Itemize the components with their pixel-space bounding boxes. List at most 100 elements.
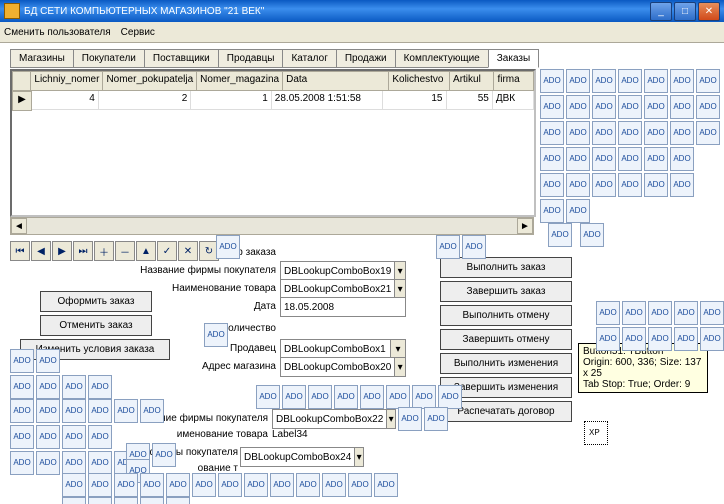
component-icon[interactable]: ADO	[618, 121, 642, 145]
component-icon[interactable]: ADO	[618, 147, 642, 171]
component-icon[interactable]: ADO	[62, 375, 86, 399]
component-icon[interactable]: ADO	[308, 385, 332, 409]
component-icon[interactable]: ADO	[216, 235, 240, 259]
component-icon[interactable]: ADO	[696, 69, 720, 93]
component-icon[interactable]: ADO	[88, 425, 112, 449]
component-icon[interactable]: ADO	[596, 301, 620, 325]
col-firma[interactable]: firma	[494, 71, 534, 91]
h-scrollbar[interactable]: ◄ ►	[10, 217, 534, 235]
component-icon[interactable]: ADO	[696, 121, 720, 145]
component-icon[interactable]: ADO	[644, 121, 668, 145]
chevron-down-icon[interactable]: ▾	[354, 448, 363, 466]
component-icon[interactable]: ADO	[670, 95, 694, 119]
scroll-left-icon[interactable]: ◄	[11, 218, 27, 234]
component-icon[interactable]: ADO	[622, 301, 646, 325]
col-Nomer_pokupatelja[interactable]: Nomer_pokupatelja	[103, 71, 197, 91]
component-icon[interactable]: ADO	[270, 473, 294, 497]
col-Data[interactable]: Data	[283, 71, 389, 91]
component-icon[interactable]: ADO	[540, 147, 564, 171]
tab-Комплектующие[interactable]: Комплектующие	[395, 49, 489, 68]
scroll-right-icon[interactable]: ►	[517, 218, 533, 234]
component-icon[interactable]: ADO	[62, 425, 86, 449]
component-icon[interactable]: ADO	[618, 69, 642, 93]
component-icon[interactable]: ADO	[152, 443, 176, 467]
combo-shop-addr[interactable]: DBLookupComboBox20▾	[280, 357, 406, 377]
finish-order-button[interactable]: Завершить заказ	[440, 281, 572, 302]
component-icon[interactable]: ADO	[618, 95, 642, 119]
component-icon[interactable]: ADO	[36, 425, 60, 449]
menu-service[interactable]: Сервис	[121, 27, 155, 38]
component-icon[interactable]: ADO	[140, 399, 164, 423]
component-icon[interactable]: ADO	[596, 327, 620, 351]
nav-btn[interactable]: ＋	[94, 241, 114, 261]
component-icon[interactable]: ADO	[412, 385, 436, 409]
component-icon[interactable]: ADO	[88, 497, 112, 504]
component-icon[interactable]: ADO	[36, 399, 60, 423]
component-icon[interactable]: ADO	[566, 173, 590, 197]
component-icon[interactable]: ADO	[140, 473, 164, 497]
component-icon[interactable]: ADO	[10, 425, 34, 449]
component-icon[interactable]: ADO	[114, 473, 138, 497]
combo-c22[interactable]: DBLookupComboBox22▾	[272, 409, 396, 429]
component-icon[interactable]: ADO	[592, 69, 616, 93]
component-icon[interactable]: ADO	[62, 451, 86, 475]
component-icon[interactable]: ADO	[36, 349, 60, 373]
col-Artikul[interactable]: Artikul	[450, 71, 494, 91]
tab-Покупатели[interactable]: Покупатели	[73, 49, 145, 68]
component-icon[interactable]: ADO	[700, 301, 724, 325]
component-icon[interactable]: ADO	[218, 473, 242, 497]
component-icon[interactable]: ADO	[644, 95, 668, 119]
component-icon[interactable]: ADO	[334, 385, 358, 409]
edit-date[interactable]: 18.05.2008	[280, 297, 406, 317]
component-icon[interactable]: ADO	[648, 301, 672, 325]
component-icon[interactable]: ADO	[566, 147, 590, 171]
component-icon[interactable]: ADO	[36, 451, 60, 475]
exec-order-button[interactable]: Выполнить заказ	[440, 257, 572, 278]
component-icon[interactable]: ADO	[670, 147, 694, 171]
component-icon[interactable]: ADO	[386, 385, 410, 409]
tab-Магазины[interactable]: Магазины	[10, 49, 74, 68]
component-icon[interactable]: ADO	[644, 173, 668, 197]
cancel-order-button[interactable]: Отменить заказ	[40, 315, 152, 336]
tab-Заказы[interactable]: Заказы	[488, 49, 539, 68]
component-icon[interactable]: ADO	[282, 385, 306, 409]
component-icon[interactable]: ADO	[424, 407, 448, 431]
combo-seller[interactable]: DBLookupComboBox1▾	[280, 339, 406, 359]
component-icon[interactable]: ADO	[580, 223, 604, 247]
component-icon[interactable]: ADO	[622, 327, 646, 351]
component-icon[interactable]: ADO	[566, 121, 590, 145]
tab-Каталог[interactable]: Каталог	[282, 49, 336, 68]
exec-cancel-button[interactable]: Выполнить отмену	[440, 305, 572, 326]
nav-btn[interactable]: －	[115, 241, 135, 261]
component-icon[interactable]: ADO	[166, 497, 190, 504]
component-icon[interactable]: ADO	[696, 95, 720, 119]
component-icon[interactable]: ADO	[88, 399, 112, 423]
component-icon[interactable]: ADO	[140, 497, 164, 504]
close-button[interactable]: ✕	[698, 2, 720, 21]
col-Nomer_magazina[interactable]: Nomer_magazina	[197, 71, 283, 91]
component-icon[interactable]: ADO	[88, 473, 112, 497]
component-icon[interactable]: ADO	[566, 69, 590, 93]
component-icon[interactable]: ADO	[360, 385, 384, 409]
chevron-down-icon[interactable]: ▾	[394, 358, 405, 376]
tab-Поставщики[interactable]: Поставщики	[144, 49, 219, 68]
component-icon[interactable]: ADO	[592, 147, 616, 171]
component-icon[interactable]: ADO	[114, 497, 138, 504]
nav-btn[interactable]: ⏭	[73, 241, 93, 261]
component-icon[interactable]: ADO	[10, 349, 34, 373]
component-icon[interactable]: ADO	[670, 121, 694, 145]
component-icon[interactable]: ADO	[566, 95, 590, 119]
component-icon[interactable]: ADO	[592, 121, 616, 145]
component-icon[interactable]: ADO	[62, 399, 86, 423]
make-order-button[interactable]: Оформить заказ	[40, 291, 152, 312]
data-grid[interactable]: Lichniy_nomerNomer_pokupateljaNomer_maga…	[10, 69, 536, 217]
nav-btn[interactable]: ▲	[136, 241, 156, 261]
nav-btn[interactable]: ▶	[52, 241, 72, 261]
nav-btn[interactable]: ⏮	[10, 241, 30, 261]
component-icon[interactable]: ADO	[644, 147, 668, 171]
component-icon[interactable]: ADO	[548, 223, 572, 247]
component-icon[interactable]: ADO	[36, 375, 60, 399]
component-icon[interactable]: ADO	[540, 173, 564, 197]
component-icon[interactable]: ADO	[62, 497, 86, 504]
component-icon[interactable]: ADO	[244, 473, 268, 497]
